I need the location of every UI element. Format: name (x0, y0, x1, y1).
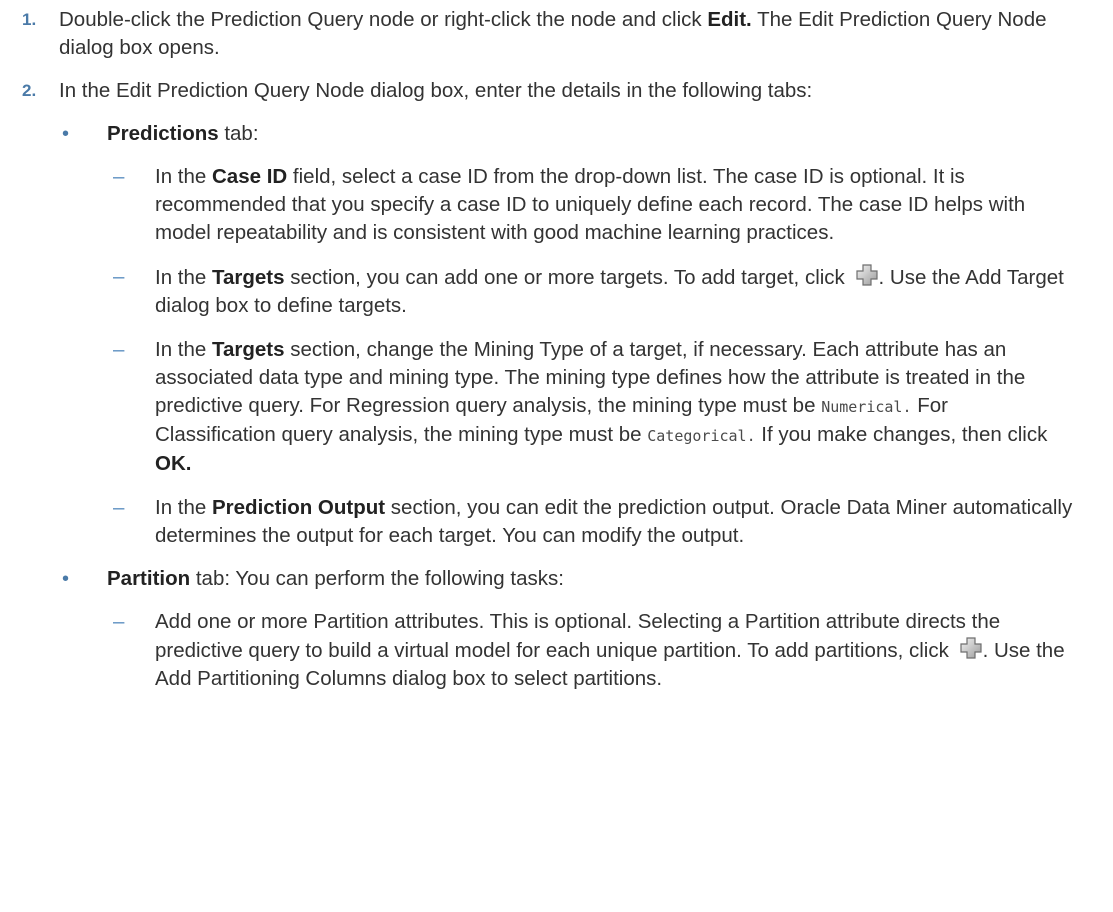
item-text: In the (155, 338, 212, 361)
prediction-output-label: Prediction Output (212, 496, 386, 519)
case-id-item: – In the Case ID field, select a case ID… (107, 163, 1073, 247)
item-text: In the (155, 496, 212, 519)
bullet: • (62, 568, 70, 590)
step-number: 1. (22, 10, 37, 29)
item-text: section, you can add one or more targets… (284, 266, 851, 289)
prediction-output-item: – In the Prediction Output section, you … (107, 494, 1073, 550)
document-body: 1. Double-click the Prediction Query nod… (0, 0, 1113, 693)
step-text: Double-click the Prediction Query node o… (59, 8, 708, 31)
dash: – (113, 265, 125, 288)
step-number: 2. (22, 81, 37, 100)
add-plus-icon (855, 263, 879, 287)
dash: – (113, 610, 125, 633)
item-text: If you make changes, then click (755, 423, 1048, 446)
partition-tab-item: • Partition tab: You can perform the fol… (59, 565, 1073, 693)
add-partition-item: – Add one or more Partition attributes. … (107, 608, 1073, 693)
edit-label: Edit. (707, 8, 752, 31)
predictions-tab-item: • Predictions tab: – In the Case ID fiel… (59, 120, 1073, 550)
categorical-code: Categorical. (647, 427, 756, 445)
add-targets-item: – In the Targets section, you can add on… (107, 263, 1073, 320)
mining-type-item: – In the Targets section, change the Min… (107, 336, 1073, 478)
step-2: 2. In the Edit Prediction Query Node dia… (0, 77, 1073, 693)
ok-label: OK. (155, 452, 192, 475)
predictions-suffix: tab: (218, 122, 259, 145)
dash: – (113, 496, 125, 519)
partition-suffix: tab: You can perform the following tasks… (190, 567, 564, 590)
step-text: In the Edit Prediction Query Node dialog… (59, 79, 813, 102)
dash: – (113, 165, 125, 188)
item-text: In the (155, 165, 212, 188)
bullet: • (62, 123, 70, 145)
item-text: Add one or more Partition attributes. Th… (155, 610, 1001, 662)
targets-label: Targets (212, 338, 285, 361)
partition-label: Partition (107, 567, 191, 590)
case-id-label: Case ID (212, 165, 288, 188)
add-plus-icon (959, 636, 983, 660)
targets-label: Targets (212, 266, 285, 289)
item-text: In the (155, 266, 212, 289)
dash: – (113, 338, 125, 361)
predictions-label: Predictions (107, 122, 219, 145)
numerical-code: Numerical. (821, 398, 912, 416)
step-1: 1. Double-click the Prediction Query nod… (0, 6, 1073, 62)
